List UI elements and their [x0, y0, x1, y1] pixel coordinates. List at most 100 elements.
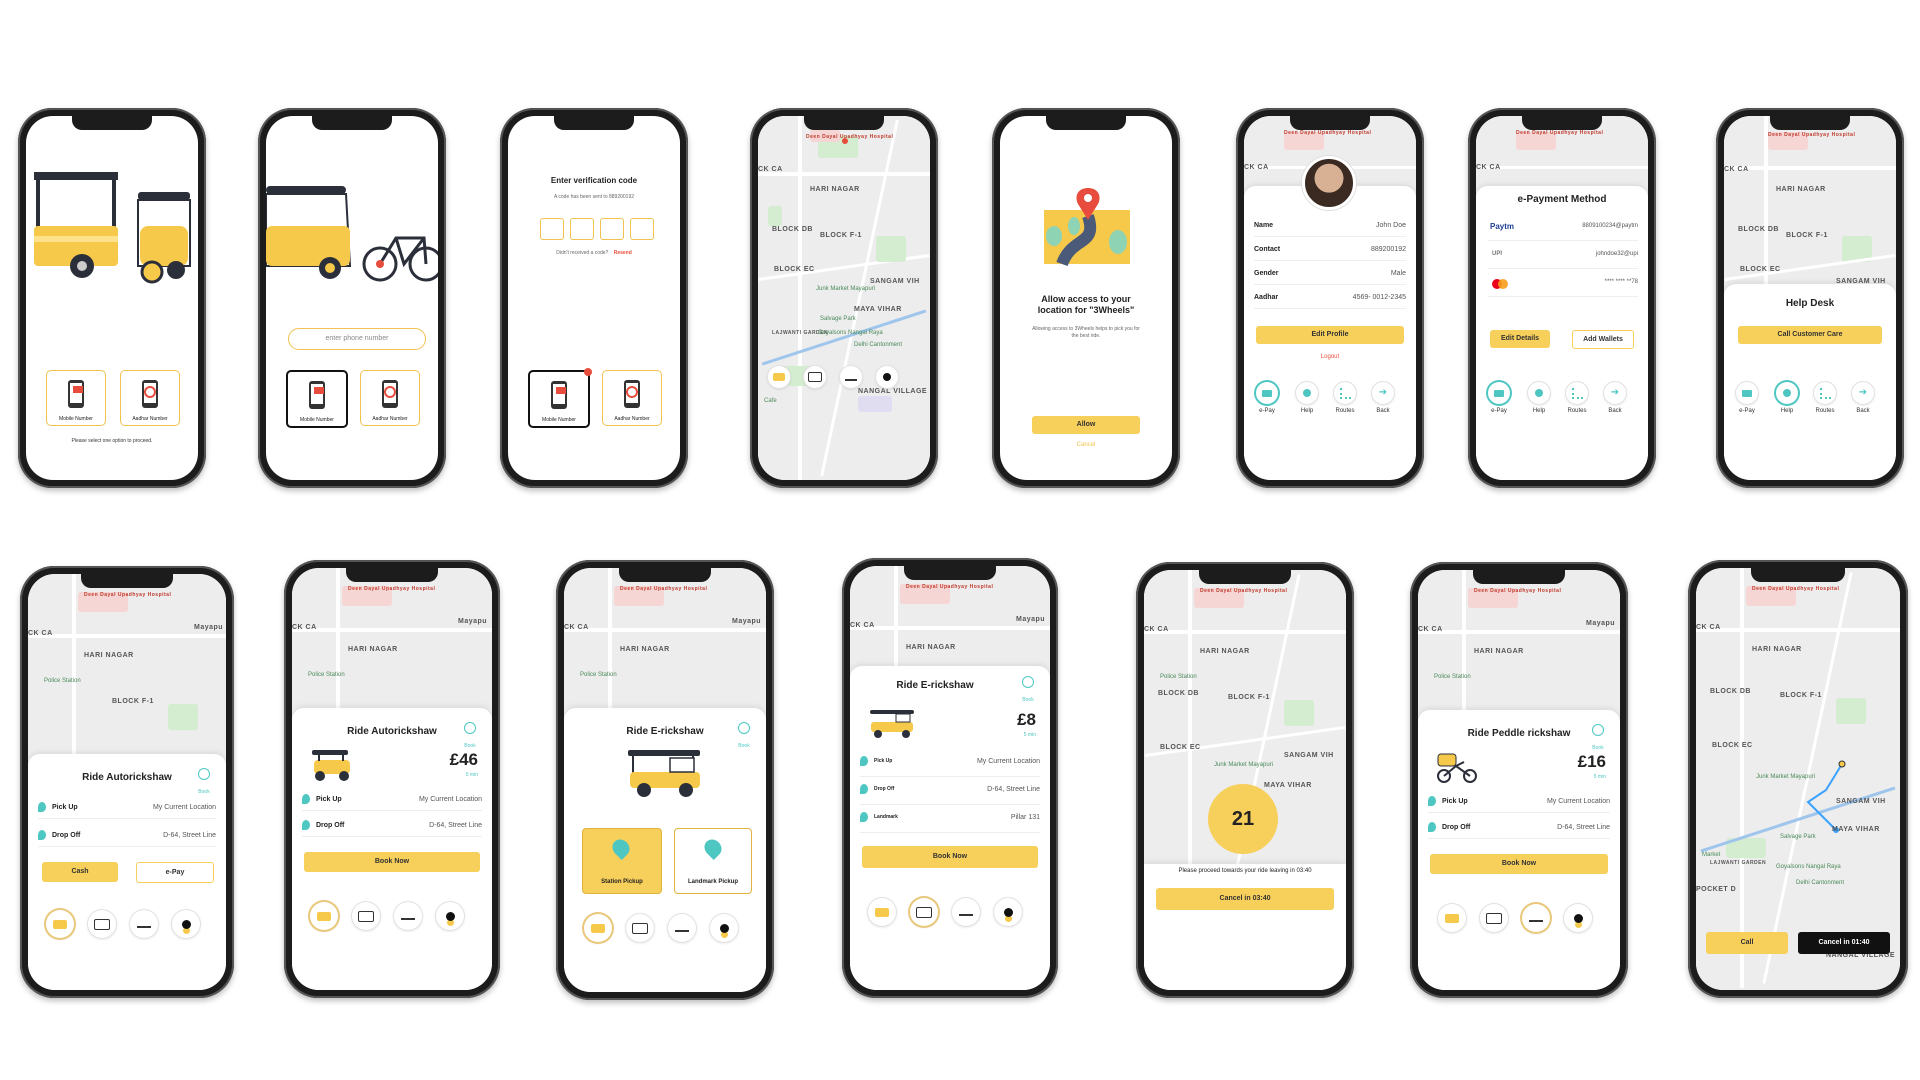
- profile-button[interactable]: [876, 366, 898, 388]
- resend-link[interactable]: Resend: [614, 250, 632, 256]
- phone-icon: [142, 380, 158, 408]
- allow-button[interactable]: Allow: [1032, 416, 1140, 434]
- map-label-sangam: SANGAM VIH: [1284, 752, 1334, 759]
- rickshaw-book-icon: [1592, 724, 1604, 736]
- pickup-row[interactable]: Pick Up My Current Location: [860, 754, 1040, 777]
- notch: [804, 116, 884, 130]
- mobile-number-option[interactable]: Mobile Number: [528, 368, 592, 428]
- peddle-rickshaw-type-button[interactable]: [952, 898, 980, 926]
- book-quick-button[interactable]: Book: [738, 722, 750, 752]
- phone-number-input[interactable]: enter phone number: [288, 328, 426, 350]
- dropoff-pin-icon: [860, 784, 868, 794]
- auto-rickshaw-type-button[interactable]: [868, 898, 896, 926]
- peddle-rickshaw-type-button[interactable]: [1522, 904, 1550, 932]
- wallet-row-upi[interactable]: UPI johndoe32@upi: [1488, 246, 1638, 269]
- code-box-3[interactable]: [600, 218, 624, 240]
- edit-details-button[interactable]: Edit Details: [1490, 330, 1550, 348]
- aadhar-number-option[interactable]: Aadhar Number: [120, 370, 180, 426]
- ride-card: Ride E-rickshaw Book £8 5 min Pick Up My …: [850, 666, 1050, 990]
- map-view[interactable]: Deen Dayal Upadhyay Hospital CK CA HARI …: [1696, 568, 1900, 990]
- book-quick-button[interactable]: Book: [198, 768, 210, 798]
- peddle-rickshaw-type-button[interactable]: [394, 902, 422, 930]
- code-box-4[interactable]: [630, 218, 654, 240]
- dropoff-row[interactable]: Drop Off D-64, Street Line: [1428, 820, 1610, 839]
- map-label-police: Police Station: [1434, 674, 1471, 680]
- e-rickshaw-type-button[interactable]: [910, 898, 938, 926]
- nav-back-label: Back: [1856, 408, 1870, 414]
- aadhar-number-option[interactable]: Aadhar Number: [602, 370, 662, 426]
- call-driver-button[interactable]: Call: [1706, 932, 1788, 954]
- e-pay-button[interactable]: e-Pay: [136, 862, 214, 883]
- aadhar-number-option[interactable]: Aadhar Number: [360, 370, 420, 426]
- pickup-row[interactable]: Pick Up My Current Location: [38, 800, 216, 819]
- not-received-text: Didn't received a code?: [556, 250, 609, 256]
- profile-button[interactable]: [172, 910, 200, 938]
- pickup-row[interactable]: Pick Up My Current Location: [302, 792, 482, 811]
- nav-routes-button[interactable]: [1814, 382, 1836, 404]
- call-customer-care-button[interactable]: Call Customer Care: [1738, 326, 1882, 344]
- auto-rickshaw-type-button[interactable]: [1438, 904, 1466, 932]
- station-pickup-option[interactable]: Station Pickup: [582, 828, 662, 894]
- landmark-row[interactable]: Landmark Pillar 131: [860, 810, 1040, 833]
- nav-epay-button[interactable]: [1736, 382, 1758, 404]
- mobile-number-option[interactable]: Mobile Number: [46, 370, 106, 426]
- nav-back-button[interactable]: ➔: [1372, 382, 1394, 404]
- cancel-countdown-button[interactable]: Cancel in 03:40: [1156, 888, 1334, 910]
- e-rickshaw-type-button[interactable]: [804, 366, 826, 388]
- nav-back-button[interactable]: ➔: [1852, 382, 1874, 404]
- auto-rickshaw-type-button[interactable]: [46, 910, 74, 938]
- countdown-card: Please proceed towards your ride leaving…: [1144, 864, 1346, 990]
- nav-epay-button[interactable]: [1256, 382, 1278, 404]
- nav-routes-button[interactable]: [1566, 382, 1588, 404]
- book-now-button[interactable]: Book Now: [1430, 854, 1608, 874]
- add-wallets-button[interactable]: Add Wallets: [1572, 330, 1634, 349]
- logout-link[interactable]: Logout: [1244, 354, 1416, 360]
- e-rickshaw-type-button[interactable]: [88, 910, 116, 938]
- peddle-rickshaw-type-button[interactable]: [130, 910, 158, 938]
- e-rickshaw-type-button[interactable]: [626, 914, 654, 942]
- notch: [312, 116, 392, 130]
- profile-button[interactable]: [1564, 904, 1592, 932]
- book-now-button[interactable]: Book Now: [304, 852, 480, 872]
- auto-rickshaw-type-button[interactable]: [310, 902, 338, 930]
- verification-screen: Enter verification code A code has been …: [508, 116, 680, 480]
- nav-epay-button[interactable]: [1488, 382, 1510, 404]
- peddle-rickshaw-type-button[interactable]: [840, 366, 862, 388]
- cancel-ride-button[interactable]: Cancel in 01:40: [1798, 932, 1890, 954]
- book-quick-button[interactable]: Book: [1592, 724, 1604, 754]
- book-quick-button[interactable]: Book: [464, 722, 476, 752]
- ride-countdown-screen: Deen Dayal Upadhyay Hospital CK CA HARI …: [1144, 570, 1346, 990]
- cash-button[interactable]: Cash: [42, 862, 118, 882]
- nav-help-button[interactable]: [1296, 382, 1318, 404]
- pickup-row[interactable]: Pick Up My Current Location: [1428, 794, 1610, 813]
- auto-rickshaw-type-button[interactable]: [584, 914, 612, 942]
- code-box-2[interactable]: [570, 218, 594, 240]
- code-box-1[interactable]: [540, 218, 564, 240]
- nav-help-button[interactable]: [1776, 382, 1798, 404]
- edit-profile-button[interactable]: Edit Profile: [1256, 326, 1404, 344]
- map-view[interactable]: Deen Dayal Upadhyay Hospital CK CA HARI …: [758, 116, 930, 480]
- book-quick-button[interactable]: Book: [1022, 676, 1034, 706]
- nav-help-button[interactable]: [1528, 382, 1550, 404]
- dropoff-row[interactable]: Drop Off D-64, Street Line: [38, 828, 216, 847]
- peddle-rickshaw-type-button[interactable]: [668, 914, 696, 942]
- nav-back-button[interactable]: ➔: [1604, 382, 1626, 404]
- landmark-pickup-option[interactable]: Landmark Pickup: [674, 828, 752, 894]
- profile-button[interactable]: [436, 902, 464, 930]
- book-now-button[interactable]: Book Now: [862, 846, 1038, 868]
- mobile-number-option[interactable]: Mobile Number: [286, 370, 348, 428]
- map-view[interactable]: Deen Dayal Upadhyay Hospital Mayapu CK C…: [28, 574, 226, 774]
- auto-rickshaw-type-button[interactable]: [768, 366, 790, 388]
- cancel-link[interactable]: Cancel: [1000, 442, 1172, 448]
- profile-button[interactable]: [710, 914, 738, 942]
- dropoff-row[interactable]: Drop Off D-64, Street Line: [302, 818, 482, 837]
- profile-button[interactable]: [994, 898, 1022, 926]
- nav-routes-button[interactable]: [1334, 382, 1356, 404]
- dropoff-row[interactable]: Drop Off D-64, Street Line: [860, 782, 1040, 805]
- e-rickshaw-type-button[interactable]: [352, 902, 380, 930]
- wallet-row-mastercard[interactable]: **** **** **78: [1488, 274, 1638, 297]
- wallet-row-paytm[interactable]: Paytm 8809100234@paytm: [1488, 218, 1638, 241]
- map-label-blockdb: BLOCK DB: [1158, 690, 1199, 697]
- erickshaw-icon: [358, 910, 374, 922]
- e-rickshaw-type-button[interactable]: [1480, 904, 1508, 932]
